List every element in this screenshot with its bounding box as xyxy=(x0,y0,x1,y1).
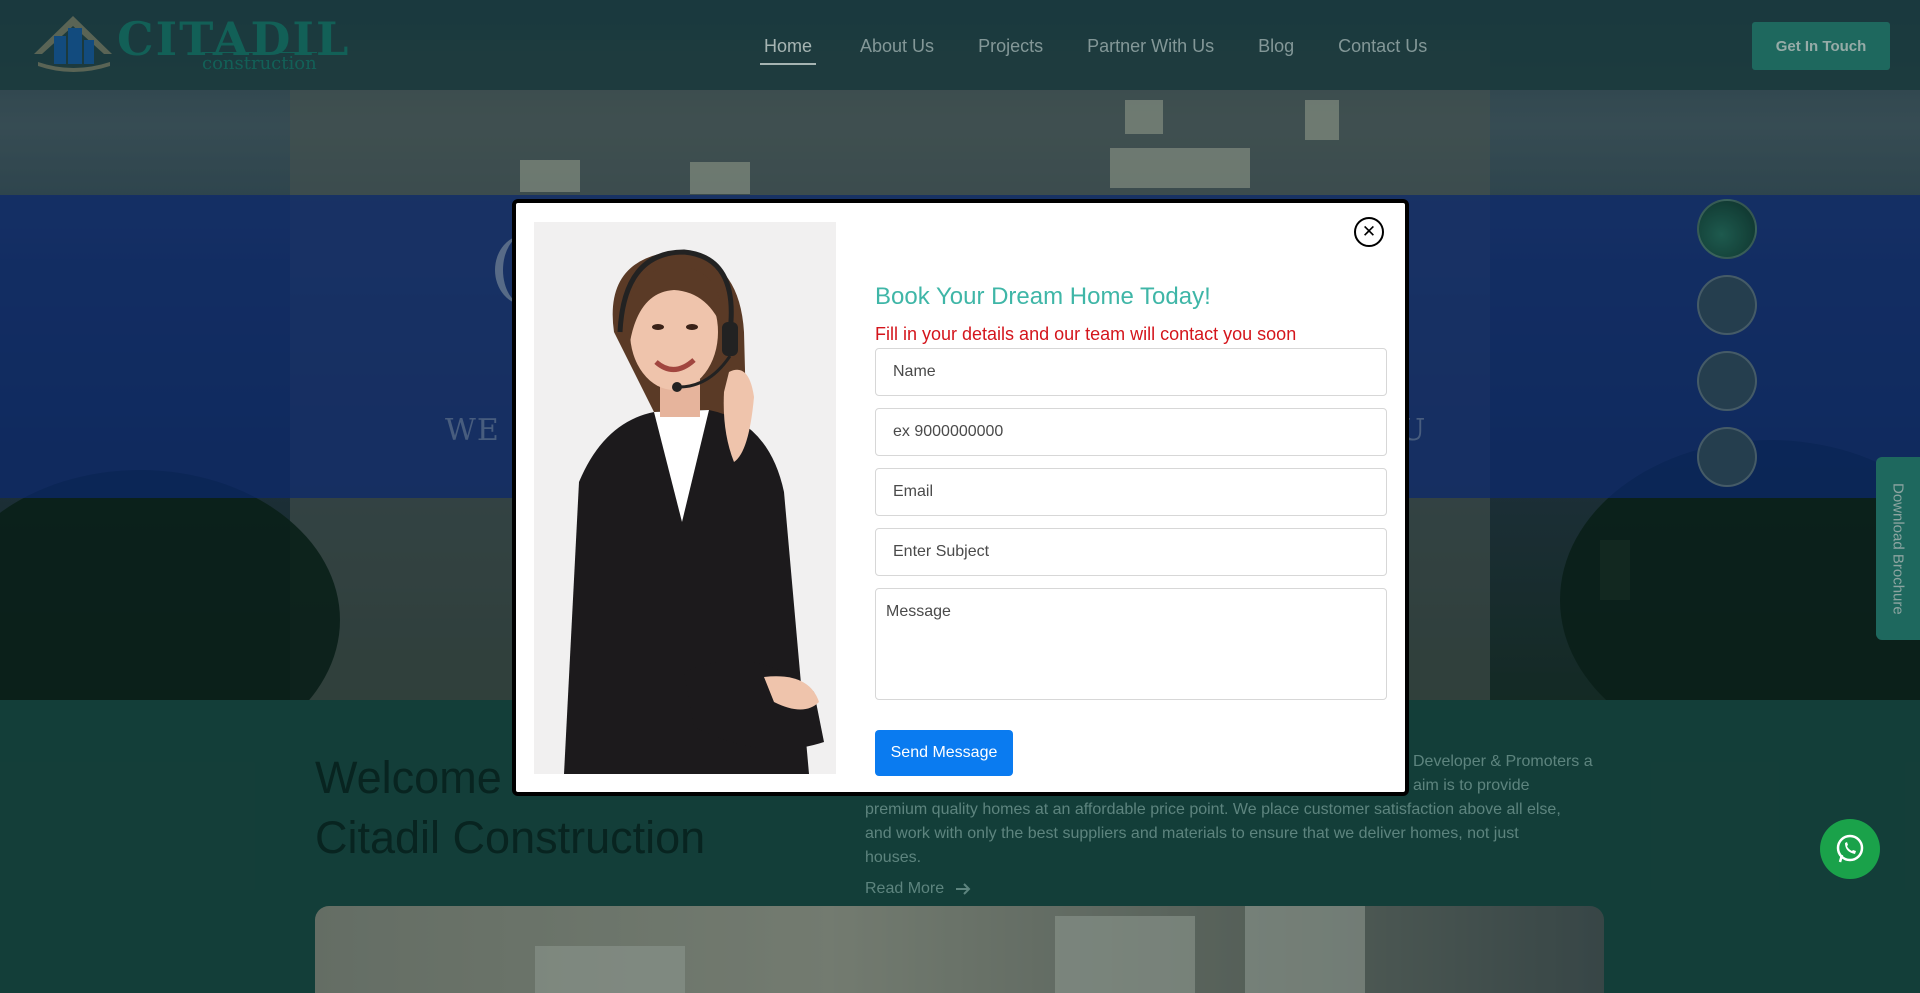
name-input[interactable] xyxy=(875,348,1387,396)
support-agent-illustration xyxy=(534,222,836,774)
email-input[interactable] xyxy=(875,468,1387,516)
phone-input[interactable] xyxy=(875,408,1387,456)
booking-modal: ✕ Book Your Dream Home Today! Fill in yo… xyxy=(512,199,1409,796)
close-modal-button[interactable]: ✕ xyxy=(1354,217,1384,247)
whatsapp-button[interactable] xyxy=(1820,819,1880,879)
send-message-button[interactable]: Send Message xyxy=(875,730,1013,776)
modal-title: Book Your Dream Home Today! xyxy=(875,283,1211,310)
message-textarea[interactable] xyxy=(875,588,1387,700)
subject-input[interactable] xyxy=(875,528,1387,576)
modal-subtitle: Fill in your details and our team will c… xyxy=(875,324,1297,344)
support-agent-photo xyxy=(534,222,836,774)
whatsapp-icon xyxy=(1836,834,1864,863)
close-icon: ✕ xyxy=(1361,221,1377,242)
